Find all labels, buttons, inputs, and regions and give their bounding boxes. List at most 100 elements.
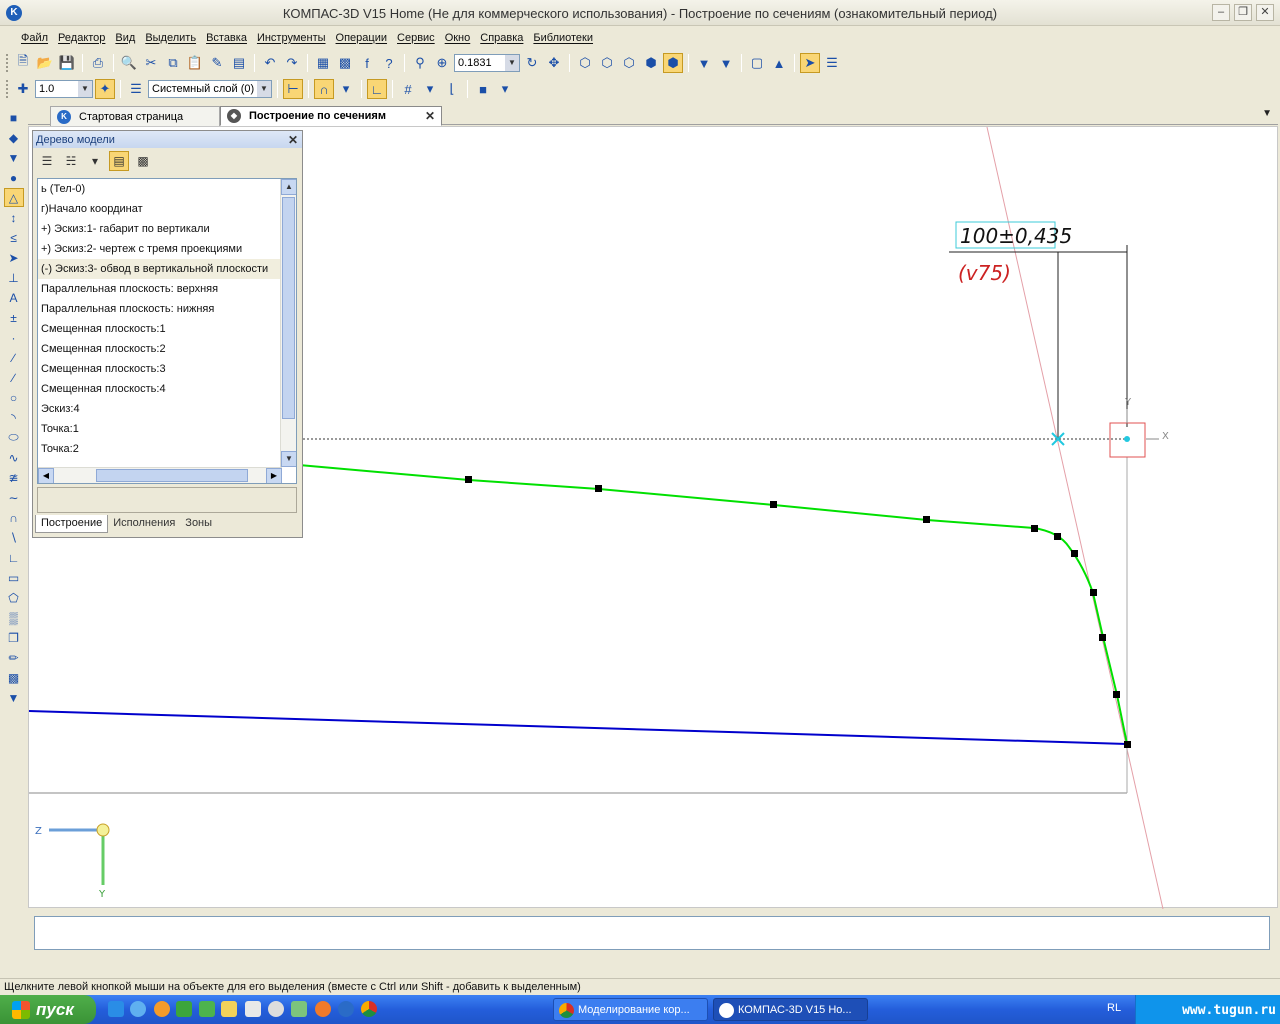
start-button[interactable]: пуск xyxy=(0,995,96,1024)
scroll-down-icon[interactable]: ▼ xyxy=(281,451,296,467)
fillet-icon[interactable]: ∟ xyxy=(4,548,24,567)
command-line[interactable] xyxy=(34,916,1270,950)
restore-button[interactable]: ❐ xyxy=(1234,4,1252,21)
zoom-scale-icon[interactable]: ⊕ xyxy=(432,53,452,73)
properties-icon[interactable]: ▤ xyxy=(229,53,249,73)
local-cs-icon[interactable]: ⊢ xyxy=(283,79,303,99)
view-dropdown-icon[interactable]: ▾ xyxy=(495,79,515,99)
menu-insert[interactable]: Вставка xyxy=(201,32,252,44)
tab-start-page[interactable]: K Стартовая страница xyxy=(50,106,220,126)
orientation-icon[interactable]: ✥ xyxy=(544,53,564,73)
layer-combo[interactable]: Системный слой (0) ▼ xyxy=(148,80,272,98)
profile-point[interactable] xyxy=(923,516,930,523)
auxiliary-geometry-icon[interactable]: △ xyxy=(3,188,24,207)
new-file-icon[interactable]: 🗎 xyxy=(13,53,33,73)
redo-icon[interactable]: ↷ xyxy=(282,53,302,73)
kompas-icon[interactable] xyxy=(338,1001,354,1017)
blender-icon[interactable] xyxy=(315,1001,331,1017)
hatch-icon[interactable]: ▒ xyxy=(4,608,24,627)
wireframe-icon[interactable]: ⬡ xyxy=(575,53,595,73)
tree-order-icon[interactable]: ☵ xyxy=(61,151,81,171)
ortho-mode-icon[interactable]: ∟ xyxy=(367,79,387,99)
vertical-scrollbar[interactable]: ▲ ▼ xyxy=(280,179,296,467)
fx-icon[interactable]: f xyxy=(357,53,377,73)
cut-icon[interactable]: ✂ xyxy=(141,53,161,73)
insert-fragment-icon[interactable]: ▩ xyxy=(4,668,24,687)
language-indicator[interactable]: RL xyxy=(1107,1002,1121,1014)
model-editing-icon[interactable]: ■ xyxy=(4,108,24,127)
section-profile-curve[interactable] xyxy=(298,464,1128,745)
menu-editor[interactable]: Редактор xyxy=(53,32,110,44)
close-window-button[interactable]: ✕ xyxy=(1256,4,1274,21)
step-line-icon[interactable]: ⌊ xyxy=(442,79,462,99)
scroll-right-icon[interactable]: ▶ xyxy=(266,468,282,483)
grid-icon[interactable]: # xyxy=(398,79,418,99)
tree-layout-icon[interactable]: ▩ xyxy=(133,151,153,171)
tree-item[interactable]: Параллельная плоскость: верхняя xyxy=(38,279,280,299)
menu-view[interactable]: Вид xyxy=(110,32,140,44)
media-icon[interactable] xyxy=(268,1001,284,1017)
chevron-down-icon[interactable]: ▼ xyxy=(505,55,519,71)
menu-operations[interactable]: Операции xyxy=(331,32,392,44)
constraints-icon[interactable]: ⊥ xyxy=(4,268,24,287)
profile-point[interactable] xyxy=(1090,589,1097,596)
chevron-down-icon[interactable]: ▼ xyxy=(257,81,271,97)
filter-icon[interactable]: ▼ xyxy=(694,53,714,73)
minimize-button[interactable]: – xyxy=(1212,4,1230,21)
dimension-text[interactable]: 100±0,435 xyxy=(960,224,1072,248)
profile-point[interactable] xyxy=(1071,550,1078,557)
base-profile-line[interactable] xyxy=(29,710,1128,745)
task-browser[interactable]: Моделирование кор... xyxy=(553,998,708,1021)
menu-help[interactable]: Справка xyxy=(475,32,528,44)
scroll-thumb[interactable] xyxy=(282,197,295,419)
zoom-combo[interactable]: 0.1831 ▼ xyxy=(454,54,520,72)
copy-icon[interactable]: ⧉ xyxy=(163,53,183,73)
tree-item[interactable]: +) Эскиз:2- чертеж с тремя проекциями xyxy=(38,239,280,259)
pointer-mode-icon[interactable]: ➤ xyxy=(800,53,820,73)
task-kompas[interactable]: КОМПАС-3D V15 Ho... xyxy=(713,998,868,1021)
cursor-step-icon[interactable]: ✚ xyxy=(13,79,33,99)
projection-icon[interactable]: ❐ xyxy=(4,628,24,647)
snap-dropdown-icon[interactable]: ▾ xyxy=(336,79,356,99)
tree-item[interactable]: Параллельная плоскость: нижняя xyxy=(38,299,280,319)
tree-item[interactable]: Смещенная плоскость:1 xyxy=(38,319,280,339)
profile-point[interactable] xyxy=(770,501,777,508)
chevron-down-icon[interactable]: ▾ xyxy=(85,151,105,171)
profile-point[interactable] xyxy=(595,485,602,492)
tree-item[interactable]: +) Эскиз:1- габарит по вертикали xyxy=(38,219,280,239)
tab-versions[interactable]: Исполнения xyxy=(108,515,180,533)
preview-icon[interactable]: 🔍 xyxy=(119,53,139,73)
spatial-curves-icon[interactable]: ◆ xyxy=(4,128,24,147)
scroll-up-icon[interactable]: ▲ xyxy=(281,179,296,195)
firefox-icon[interactable] xyxy=(154,1001,170,1017)
bezier-icon[interactable]: ∩ xyxy=(4,508,24,527)
tree-item-selected[interactable]: (-) Эскиз:3- обвод в вертикальной плоско… xyxy=(38,259,280,279)
surfaces-icon[interactable]: ▼ xyxy=(4,148,24,167)
save-icon[interactable]: 💾 xyxy=(57,53,77,73)
tabs-dropdown-icon[interactable]: ▼ xyxy=(1262,108,1272,119)
hidden-lines-icon[interactable]: ⬡ xyxy=(597,53,617,73)
spline-icon[interactable]: ∿ xyxy=(4,448,24,467)
menu-service[interactable]: Сервис xyxy=(392,32,440,44)
scroll-left-icon[interactable]: ◀ xyxy=(38,468,54,483)
help-pointer-icon[interactable]: ? xyxy=(379,53,399,73)
measure-icon[interactable]: ≤ xyxy=(4,228,24,247)
profile-point[interactable] xyxy=(1054,533,1061,540)
close-tab-icon[interactable]: ✕ xyxy=(425,109,435,123)
perspective-icon[interactable]: ▲ xyxy=(769,53,789,73)
rotate-icon[interactable]: ↻ xyxy=(522,53,542,73)
rectangle-icon[interactable]: ▭ xyxy=(4,568,24,587)
aux-line-icon[interactable]: ∕ xyxy=(4,348,24,367)
circle-icon[interactable]: ○ xyxy=(4,388,24,407)
halftone-icon[interactable]: ⬢ xyxy=(641,53,661,73)
annotation-icon[interactable]: A xyxy=(4,288,24,307)
dimension-reference[interactable]: (v75) xyxy=(958,261,1011,285)
tab-sections-model[interactable]: ◆ Построение по сечениям ✕ xyxy=(220,106,442,126)
arrays-icon[interactable]: ● xyxy=(4,168,24,187)
tree-item[interactable]: Точка:2 xyxy=(38,439,280,459)
quicklaunch-icon[interactable] xyxy=(130,1001,146,1017)
paste-icon[interactable]: 📋 xyxy=(185,53,205,73)
magnet-snap-icon[interactable]: ∩ xyxy=(314,79,334,99)
menu-libraries[interactable]: Библиотеки xyxy=(528,32,598,44)
origin-point[interactable] xyxy=(1124,436,1130,442)
